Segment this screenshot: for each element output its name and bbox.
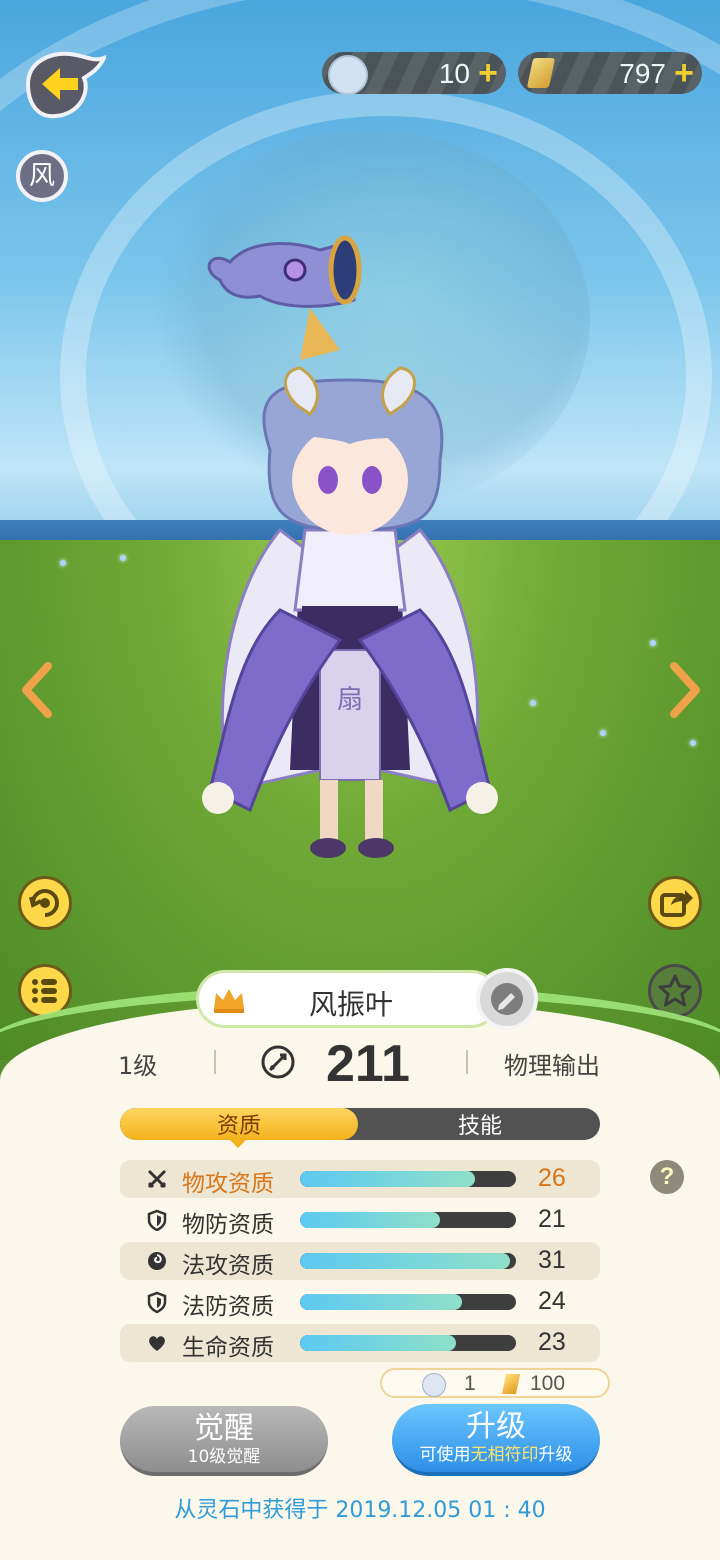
divider bbox=[214, 1050, 216, 1074]
svg-text:扇: 扇 bbox=[337, 685, 363, 715]
upgrade-button[interactable]: 升级 可使用无相符印升级 bbox=[392, 1404, 600, 1476]
ticket-count: 10 bbox=[438, 58, 470, 89]
aptitude-bar-fill bbox=[300, 1294, 462, 1310]
flower bbox=[690, 740, 696, 746]
gem-resource-pill[interactable]: 797 + bbox=[518, 52, 702, 94]
aptitude-row: 物攻资质 26 bbox=[120, 1160, 600, 1198]
aptitude-bar-fill bbox=[300, 1253, 510, 1269]
aptitude-row: 法防资质 24 bbox=[120, 1283, 600, 1321]
gem-cost: 100 bbox=[530, 1372, 566, 1395]
aptitude-label: 物防资质 bbox=[182, 1212, 274, 1238]
fish-lantern-pet bbox=[207, 235, 362, 360]
info-tabs: 资质 技能 bbox=[120, 1108, 600, 1140]
upgrade-label: 升级 bbox=[466, 1409, 526, 1444]
back-arrow-icon bbox=[25, 51, 109, 119]
awaken-requirement: 10级觉醒 bbox=[187, 1447, 261, 1467]
tab-skills[interactable]: 技能 bbox=[360, 1108, 600, 1140]
aptitude-bar-fill bbox=[300, 1171, 475, 1187]
aptitude-bar-fill bbox=[300, 1212, 441, 1228]
aptitude-value: 26 bbox=[538, 1164, 566, 1192]
upgrade-hint-suffix: 升级 bbox=[538, 1445, 573, 1465]
gem-icon bbox=[501, 1374, 521, 1394]
pencil-icon bbox=[491, 983, 523, 1015]
share-icon bbox=[660, 890, 693, 917]
add-tickets-button[interactable]: + bbox=[478, 54, 498, 93]
flower bbox=[60, 560, 66, 566]
shield-icon bbox=[147, 1291, 167, 1313]
tab-aptitude[interactable]: 资质 bbox=[120, 1108, 358, 1140]
aptitude-bar bbox=[300, 1294, 516, 1310]
combat-power-icon bbox=[261, 1045, 295, 1079]
star-icon bbox=[658, 974, 692, 1007]
heart-icon bbox=[149, 1336, 165, 1351]
awaken-button[interactable]: 觉醒 10级觉醒 bbox=[120, 1406, 328, 1476]
edit-name-button[interactable] bbox=[476, 968, 538, 1030]
active-tab-pointer bbox=[228, 1138, 248, 1148]
flower bbox=[530, 700, 536, 706]
swirl-icon bbox=[148, 1252, 166, 1270]
upgrade-hint-prefix: 可使用 bbox=[419, 1445, 471, 1465]
character-name-bar: 风振叶 bbox=[196, 970, 500, 1028]
aptitude-bar-fill bbox=[300, 1335, 456, 1351]
character-level: 1级 bbox=[118, 1052, 158, 1080]
aptitude-value: 21 bbox=[538, 1205, 566, 1233]
list-icon bbox=[32, 979, 57, 1003]
aptitude-bar bbox=[300, 1253, 516, 1269]
divider bbox=[466, 1050, 468, 1074]
chevron-right-icon bbox=[670, 662, 700, 718]
aptitude-row: 法攻资质 31 bbox=[120, 1242, 600, 1280]
combat-power-value: 211 bbox=[326, 1035, 410, 1093]
obtained-note: 从灵石中获得于 2019.12.05 01 : 40 bbox=[174, 1498, 546, 1523]
aptitude-label: 法攻资质 bbox=[182, 1253, 274, 1279]
gem-icon bbox=[526, 58, 556, 88]
aptitude-label: 物攻资质 bbox=[182, 1171, 274, 1197]
ticket-cost: 1 bbox=[464, 1372, 476, 1395]
aptitude-label: 法防资质 bbox=[182, 1294, 274, 1320]
rotate-icon bbox=[29, 889, 59, 917]
game-scene: 10 + 797 + 风 扇 风振叶 1级 211 物理输出 资质 技能 物攻资… bbox=[0, 0, 720, 1560]
flower bbox=[650, 640, 656, 646]
aptitude-value: 23 bbox=[538, 1328, 566, 1356]
character-name: 风振叶 bbox=[308, 988, 393, 1021]
next-character-arrow[interactable] bbox=[664, 660, 704, 720]
upgrade-cost: 1 100 bbox=[380, 1368, 610, 1398]
flower bbox=[600, 730, 606, 736]
character-role: 物理输出 bbox=[504, 1052, 600, 1080]
character-stat-row: 1级 211 物理输出 bbox=[0, 1035, 720, 1093]
rotate-view-button[interactable] bbox=[18, 876, 72, 930]
aptitude-bar bbox=[300, 1212, 516, 1228]
gem-count: 797 bbox=[619, 58, 666, 89]
wind-element-badge: 风 bbox=[16, 150, 68, 202]
help-button[interactable]: ? bbox=[650, 1160, 684, 1194]
back-button[interactable] bbox=[20, 48, 109, 120]
crossed-swords-icon bbox=[147, 1169, 167, 1189]
ticket-resource-pill[interactable]: 10 + bbox=[322, 52, 506, 95]
shield-icon bbox=[147, 1209, 167, 1231]
awaken-label: 觉醒 bbox=[194, 1411, 254, 1446]
aptitude-row: 生命资质 23 bbox=[120, 1324, 600, 1362]
share-button[interactable] bbox=[648, 876, 702, 930]
aptitude-bar bbox=[300, 1171, 516, 1187]
chevron-left-icon bbox=[22, 662, 52, 718]
upgrade-hint: 可使用无相符印升级 bbox=[392, 1444, 600, 1466]
flower bbox=[120, 555, 126, 561]
aptitude-value: 31 bbox=[538, 1246, 566, 1274]
aptitude-label: 生命资质 bbox=[182, 1335, 274, 1361]
character-model: 扇 bbox=[202, 235, 498, 858]
aptitude-value: 24 bbox=[538, 1287, 566, 1315]
aptitude-bar bbox=[300, 1335, 516, 1351]
aptitude-row: 物防资质 21 bbox=[120, 1201, 600, 1239]
add-gems-button[interactable]: + bbox=[674, 54, 694, 93]
upgrade-hint-item: 无相符印 bbox=[470, 1445, 539, 1465]
ticket-avatar-icon bbox=[328, 55, 368, 95]
ticket-avatar-icon bbox=[422, 1373, 446, 1397]
previous-character-arrow[interactable] bbox=[18, 660, 58, 720]
